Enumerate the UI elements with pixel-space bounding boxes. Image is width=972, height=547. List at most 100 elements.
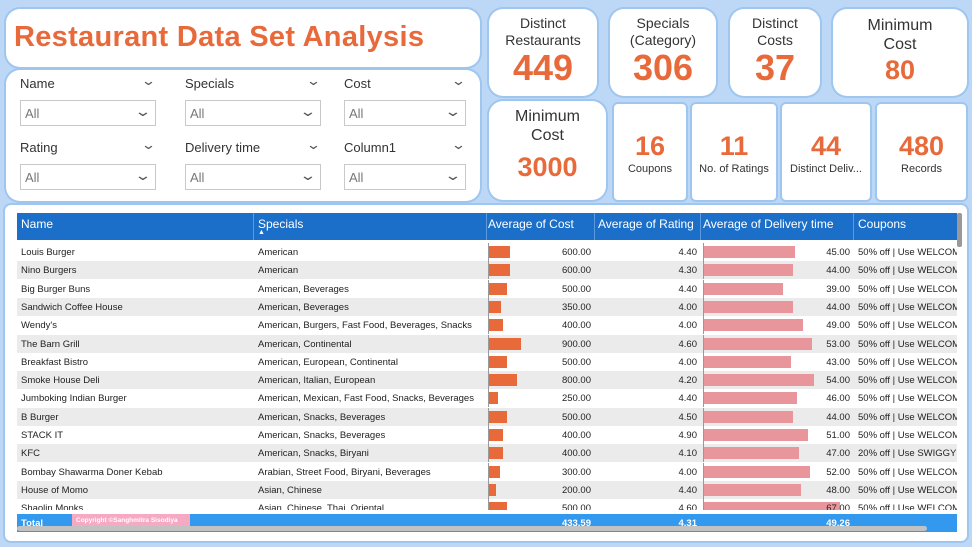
- cell-coupons: 20% off | Use SWIGGYIT: [858, 448, 957, 460]
- delivery-bar: [704, 282, 784, 295]
- table-row[interactable]: B Burger American, Snacks, Beverages 500.0…: [17, 407, 957, 426]
- delivery-bar: [704, 300, 794, 313]
- slicer-dropdown[interactable]: All ⌄: [20, 100, 156, 126]
- cell-delivery: 53.00: [826, 338, 850, 350]
- cell-delivery: 49.00: [826, 320, 850, 332]
- vertical-scrollbar[interactable]: [957, 213, 962, 247]
- cell-specials: American, Italian, European: [258, 375, 376, 387]
- horizontal-scrollbar[interactable]: [17, 526, 927, 531]
- cell-specials: American, European, Continental: [258, 356, 398, 368]
- slicer-label: Cost: [344, 76, 371, 91]
- table-row[interactable]: Bombay Shawarma Doner Kebab Arabian, Stre…: [17, 462, 957, 481]
- sort-ascending-icon[interactable]: ▲: [258, 229, 265, 236]
- delivery-bar: [704, 246, 796, 258]
- table-row[interactable]: Sandwich Coffee House American, Beverages…: [17, 297, 957, 316]
- cell-cost: 300.00: [561, 466, 591, 478]
- kpi-specials: Specials (Category) 306: [610, 9, 716, 96]
- column-header-name[interactable]: Name: [21, 217, 53, 231]
- delivery-bar: [704, 264, 794, 277]
- chevron-down-icon: ⌄: [134, 103, 152, 119]
- delivery-bar: [704, 392, 798, 405]
- slicer-column1[interactable]: Column1 ⌄ All ⌄: [344, 137, 466, 190]
- slicer-specials[interactable]: Specials ⌄ All ⌄: [185, 73, 321, 126]
- slicer-dropdown[interactable]: All ⌄: [185, 100, 321, 126]
- kpi-distinct-restaurants: Distinct Restaurants 449: [489, 9, 597, 96]
- delivery-bar: [704, 355, 792, 368]
- cell-name: STACK IT: [21, 430, 64, 441]
- cell-coupons: 50% off | Use WELCOME50: [858, 320, 957, 332]
- column-header-cost[interactable]: Average of Cost: [488, 217, 574, 231]
- cell-delivery: 48.00: [826, 484, 850, 496]
- cost-bar: [489, 246, 511, 258]
- cell-rating: 4.50: [678, 411, 698, 423]
- table-row[interactable]: Shaolin Monks Asian, Chinese, Thai, Orien…: [17, 499, 957, 510]
- column-header-delivery[interactable]: Average of Delivery time: [703, 217, 834, 231]
- chevron-down-icon[interactable]: ⌄: [306, 137, 321, 153]
- cost-bar: [489, 374, 518, 387]
- cell-name: B Burger: [21, 411, 59, 423]
- cell-name: Breakfast Bistro: [21, 356, 89, 368]
- cell-specials: American, Beverages: [258, 301, 349, 313]
- cell-specials: American, Continental: [258, 338, 352, 350]
- cell-coupons: 50% off | Use WELCOME50: [858, 265, 957, 277]
- cell-coupons: 50% off | Use WELCOME50: [858, 411, 957, 423]
- cell-specials: American, Mexican, Fast Food, Snacks, Be…: [258, 393, 474, 405]
- filters-panel: Name ⌄ All ⌄ Specials ⌄ All ⌄ Cost ⌄ All ⌄ Rat…: [6, 70, 480, 201]
- slicer-cost[interactable]: Cost ⌄ All ⌄: [344, 73, 466, 126]
- slicer-value: All: [349, 106, 364, 121]
- slicer-delivery-time[interactable]: Delivery time ⌄ All ⌄: [185, 137, 321, 190]
- table-row[interactable]: Wendy's American, Burgers, Fast Food, Bev…: [17, 316, 957, 335]
- chevron-down-icon: ⌄: [299, 103, 317, 119]
- cost-bar: [489, 410, 507, 423]
- cell-name: Jumboking Indian Burger: [21, 393, 127, 405]
- column-header-rating[interactable]: Average of Rating: [598, 217, 694, 231]
- cell-coupons: 50% off | Use WELCOME50: [858, 393, 957, 405]
- slicer-dropdown[interactable]: All ⌄: [344, 100, 466, 126]
- slicer-dropdown[interactable]: All ⌄: [344, 164, 466, 190]
- chevron-down-icon[interactable]: ⌄: [451, 73, 466, 89]
- kpi-maximum-cost: Minimum Cost 3000: [489, 101, 606, 200]
- cell-name: Wendy's: [21, 320, 57, 332]
- table-row[interactable]: Smoke House Deli American, Italian, Europ…: [17, 371, 957, 390]
- kpi-label: Distinct: [752, 15, 798, 31]
- table-row[interactable]: Jumboking Indian Burger American, Mexican…: [17, 389, 957, 408]
- table-row[interactable]: House of Momo Asian, Chinese 200.00 4.40 48.…: [17, 480, 957, 499]
- data-table-visual: Name Specials ▲ Average of Cost Average …: [5, 205, 967, 541]
- table-row[interactable]: Louis Burger American 600.00 4.40 45.00 50% o…: [17, 243, 957, 261]
- cost-bar: [489, 337, 521, 350]
- chevron-down-icon[interactable]: ⌄: [141, 73, 156, 89]
- cell-name: Nino Burgers: [21, 265, 77, 277]
- cell-delivery: 54.00: [826, 375, 850, 387]
- table-row[interactable]: STACK IT American, Snacks, Beverages 400.0…: [17, 426, 957, 444]
- cell-coupons: 50% off | Use WELCOME50: [858, 430, 957, 441]
- cell-coupons: 50% off | Use WELCOME50: [858, 466, 957, 478]
- table-row[interactable]: Big Burger Buns American, Beverages 500.00…: [17, 279, 957, 298]
- slicer-dropdown[interactable]: All ⌄: [185, 164, 321, 190]
- column-header-coupons[interactable]: Coupons: [858, 217, 906, 231]
- kpi-label: Records: [901, 163, 942, 175]
- cell-rating: 4.60: [678, 503, 698, 510]
- cell-cost: 250.00: [561, 393, 591, 405]
- slicer-dropdown[interactable]: All ⌄: [20, 164, 156, 190]
- slicer-value: All: [190, 106, 205, 121]
- cell-cost: 500.00: [561, 283, 591, 295]
- cost-bar: [489, 447, 504, 460]
- cell-name: House of Momo: [21, 484, 89, 496]
- table-row[interactable]: Breakfast Bistro American, European, Cont…: [17, 352, 957, 371]
- cell-delivery: 52.00: [826, 466, 850, 478]
- table-row[interactable]: Nino Burgers American 600.00 4.30 44.00 50% o…: [17, 261, 957, 280]
- chevron-down-icon[interactable]: ⌄: [451, 137, 466, 153]
- table-row[interactable]: KFC American, Snacks, Biryani 400.00 4.10 47…: [17, 444, 957, 463]
- table-row[interactable]: The Barn Grill American, Continental 900.0…: [17, 334, 957, 353]
- chevron-down-icon[interactable]: ⌄: [306, 73, 321, 89]
- cell-cost: 400.00: [561, 430, 591, 441]
- chevron-down-icon[interactable]: ⌄: [141, 137, 156, 153]
- slicer-rating[interactable]: Rating ⌄ All ⌄: [20, 137, 156, 190]
- slicer-name[interactable]: Name ⌄ All ⌄: [20, 73, 156, 126]
- cell-delivery: 44.00: [826, 301, 850, 313]
- cell-rating: 4.10: [678, 448, 698, 460]
- cell-name: Big Burger Buns: [21, 283, 91, 295]
- kpi-label: Minimum: [515, 108, 580, 125]
- cell-cost: 600.00: [561, 247, 591, 258]
- cell-delivery: 45.00: [826, 247, 850, 258]
